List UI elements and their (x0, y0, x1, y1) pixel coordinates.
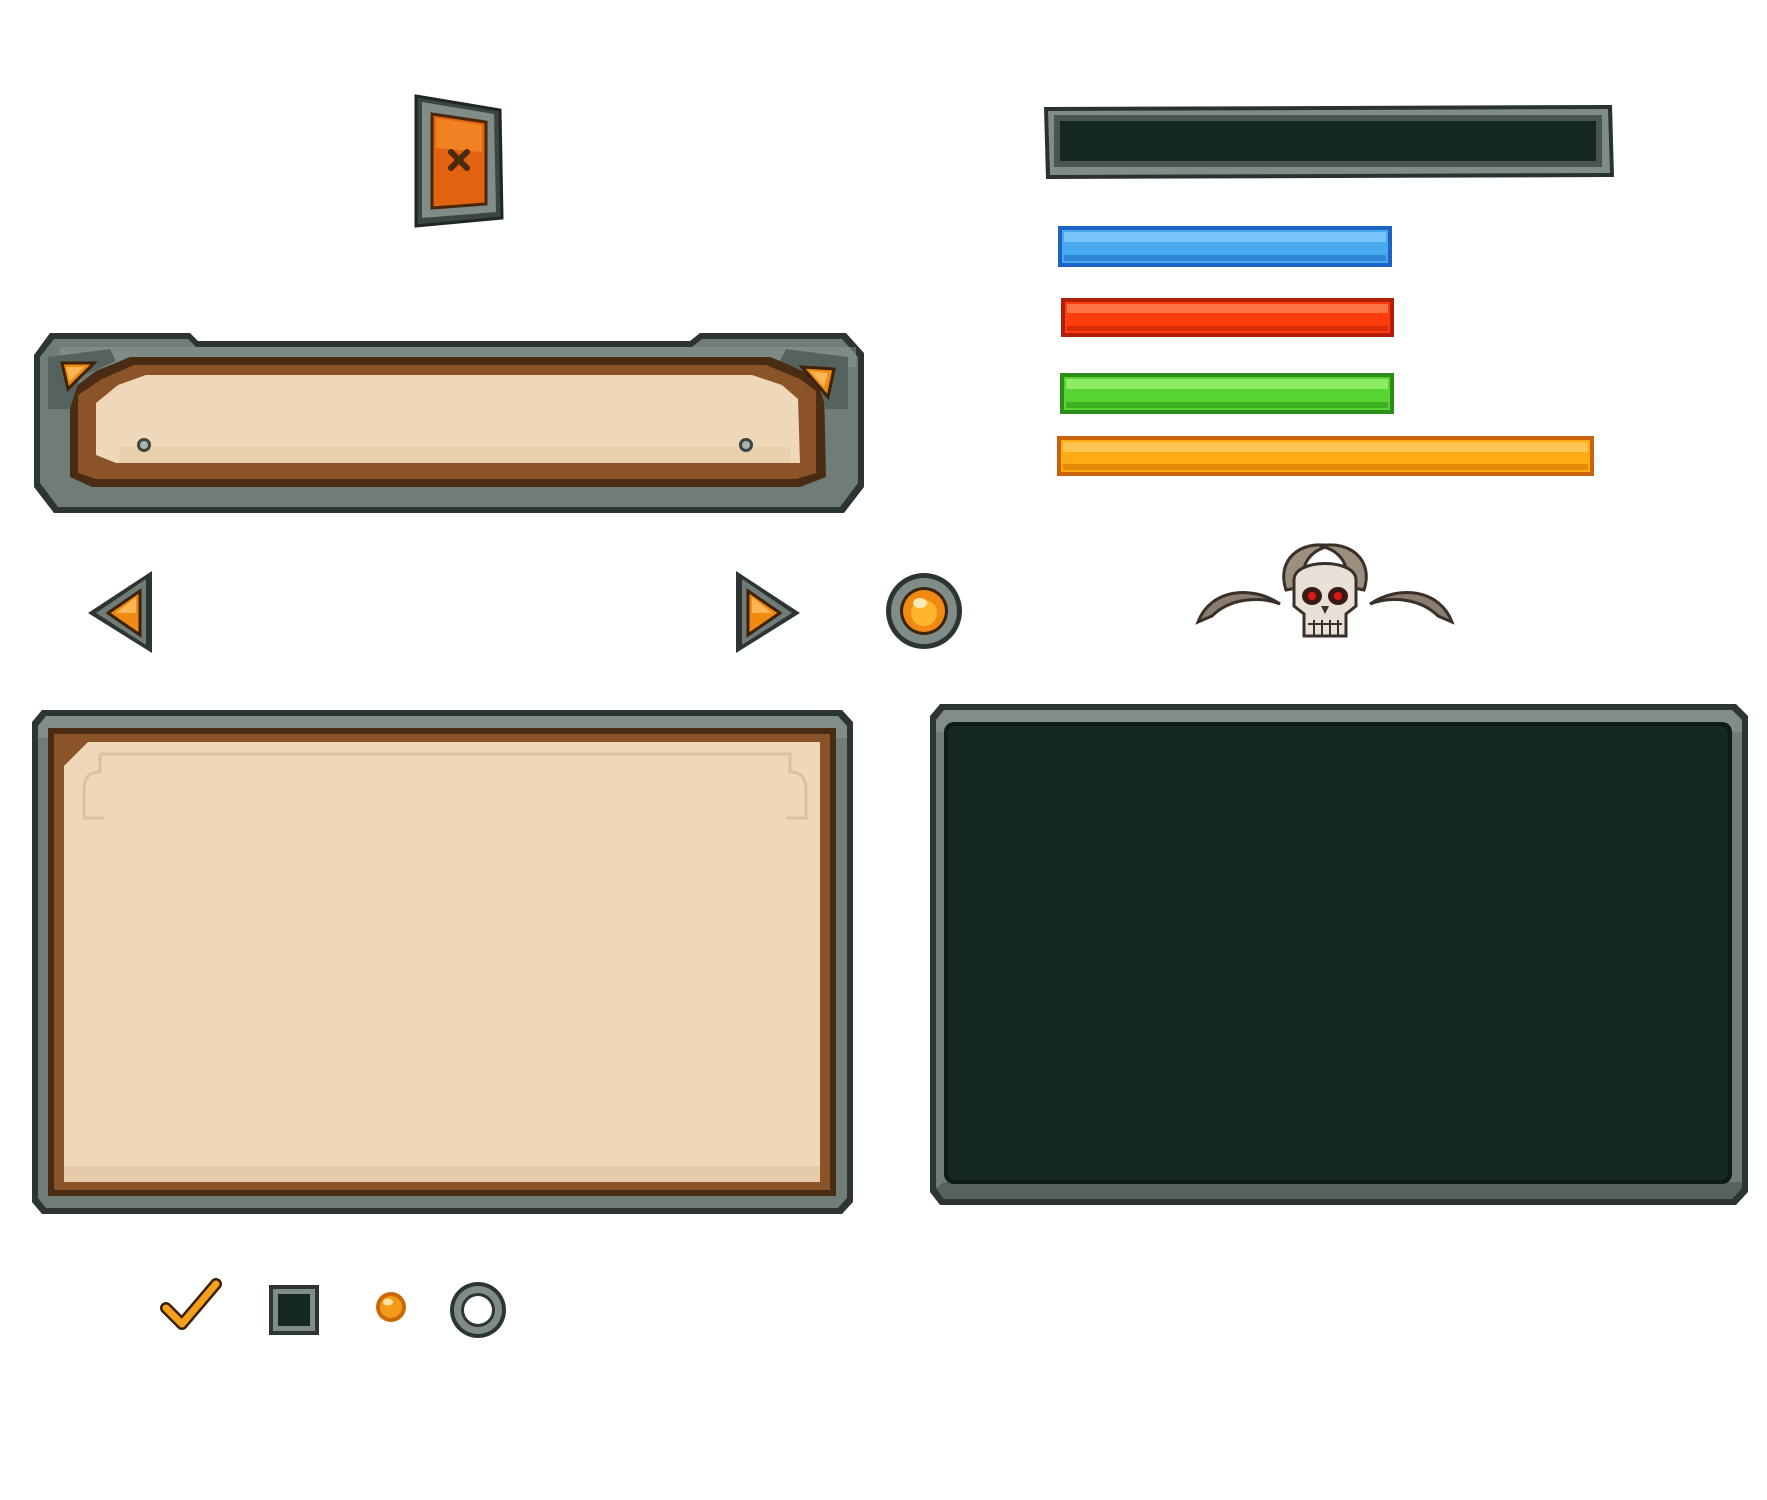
orb-button[interactable] (884, 571, 964, 651)
blue-progress-bar (1058, 226, 1392, 267)
next-button[interactable] (732, 569, 802, 655)
radio-dot[interactable] (374, 1290, 408, 1324)
previous-button[interactable] (86, 569, 156, 655)
close-button[interactable] (410, 92, 506, 230)
checkbox-checked[interactable] (160, 1278, 222, 1334)
arrow-right-icon (736, 571, 800, 653)
orange-orb-icon (886, 573, 962, 649)
progress-bar-frame (1040, 101, 1616, 183)
dark-panel (928, 702, 1750, 1207)
horned-skull-icon (1195, 543, 1455, 638)
horned-skull-emblem (1190, 540, 1460, 646)
checkbox-unchecked[interactable] (268, 1284, 320, 1336)
title-banner (30, 327, 866, 517)
red-progress-bar (1061, 298, 1394, 337)
radio-ring[interactable] (448, 1280, 508, 1340)
arrow-left-icon (88, 571, 152, 653)
amber-progress-bar (1057, 436, 1594, 476)
radio-dot-icon (376, 1292, 406, 1322)
checkmark-icon (160, 1278, 222, 1330)
green-progress-bar (1060, 373, 1394, 414)
parchment-panel (30, 708, 855, 1216)
